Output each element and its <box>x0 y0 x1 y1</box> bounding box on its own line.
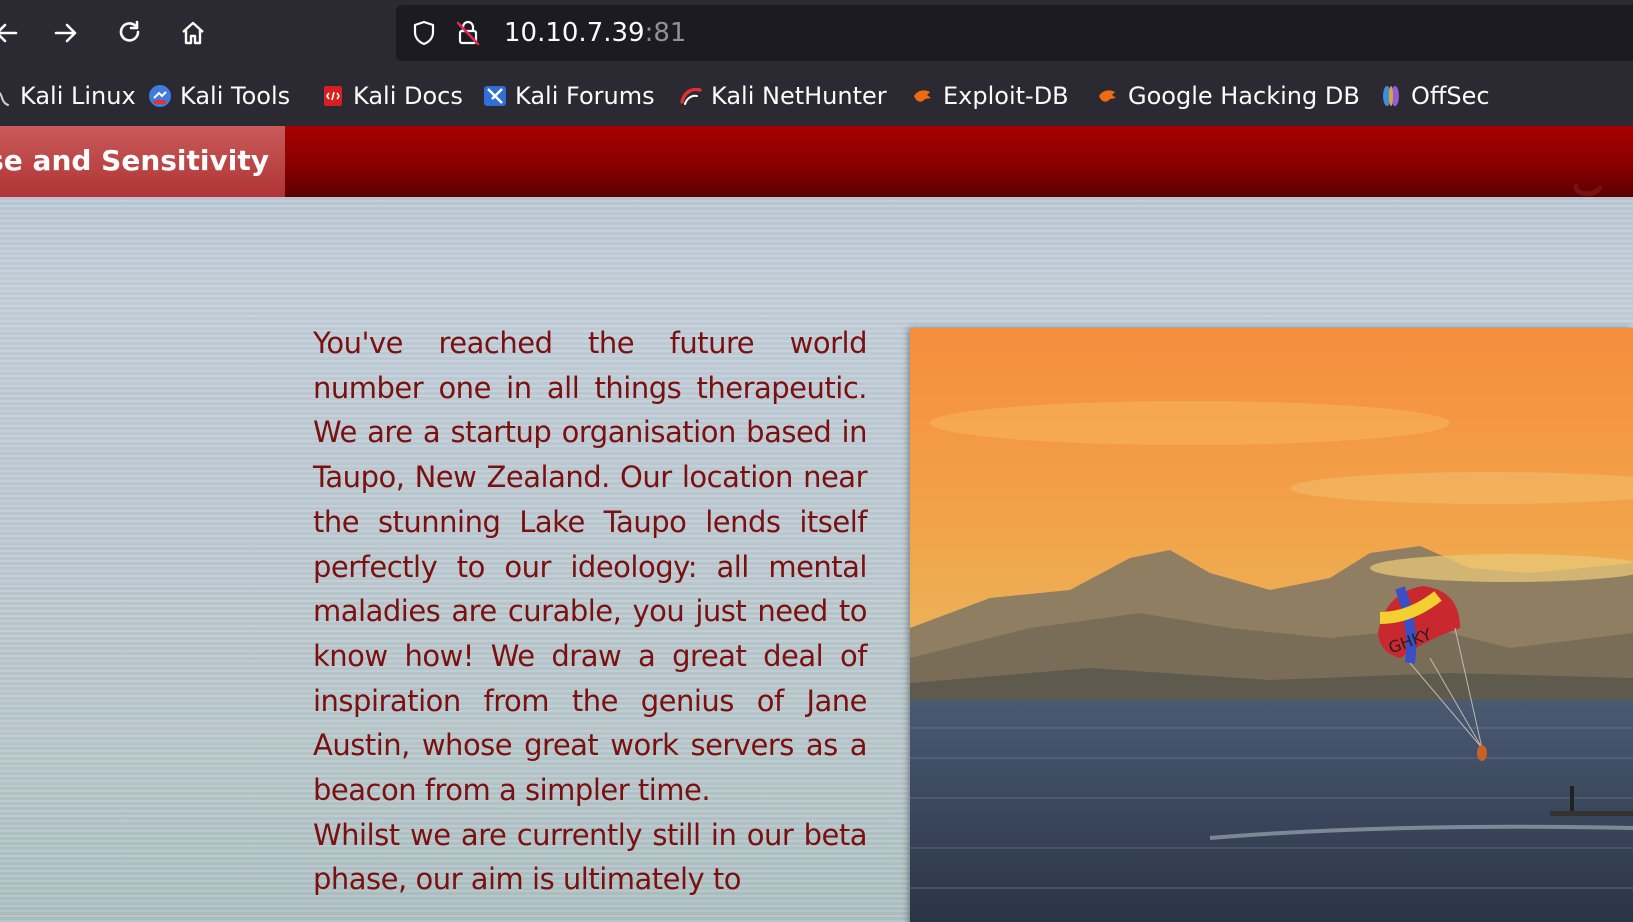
lake-taupo-photo: GHKY <box>910 328 1633 922</box>
bookmark-google-hacking-db[interactable]: Google Hacking DB <box>1096 80 1360 112</box>
page-viewport: ense and Sensitivity You've reached the … <box>0 126 1633 922</box>
bookmarks-toolbar: Kali Linux Kali Tools Kali Docs Kali For… <box>0 66 1633 126</box>
bookmark-label: Exploit-DB <box>943 82 1069 110</box>
intro-paragraph: You've reached the future world number o… <box>313 326 868 808</box>
intro-text: You've reached the future world number o… <box>313 321 868 902</box>
kali-nethunter-icon <box>679 84 703 108</box>
url-port: :81 <box>644 18 687 48</box>
bookmark-offsec[interactable]: OffSec <box>1379 80 1490 112</box>
kali-docs-icon <box>321 84 345 108</box>
intro-paragraph: Whilst we are currently still in our bet… <box>313 817 868 897</box>
url-host: 10.10.7.39 <box>504 18 645 48</box>
bookmark-label: Kali Docs <box>353 82 463 110</box>
bookmark-label: Google Hacking DB <box>1128 82 1360 110</box>
offsec-icon <box>1379 84 1403 108</box>
shield-icon[interactable] <box>410 19 438 47</box>
home-icon <box>182 21 204 45</box>
url-text[interactable]: 10.10.7.39:81 <box>504 18 686 48</box>
bookmark-label: Kali Forums <box>515 82 655 110</box>
bookmark-label: Kali Linux <box>20 82 136 110</box>
bookmark-kali-forums[interactable]: Kali Forums <box>483 80 655 112</box>
bookmark-kali-linux[interactable]: Kali Linux <box>0 80 136 112</box>
bookmark-kali-tools[interactable]: Kali Tools <box>148 80 290 112</box>
kali-dragon-icon <box>0 84 12 108</box>
reload-icon <box>119 20 140 42</box>
exploit-db-icon <box>911 84 935 108</box>
home-button[interactable] <box>173 13 213 53</box>
browser-toolbar: 10.10.7.39:81 <box>0 0 1633 66</box>
bookmark-kali-docs[interactable]: Kali Docs <box>321 80 463 112</box>
bookmark-exploit-db[interactable]: Exploit-DB <box>911 80 1069 112</box>
reload-button[interactable] <box>110 13 150 53</box>
back-button[interactable] <box>0 13 26 53</box>
kali-tools-icon <box>148 84 172 108</box>
bookmark-label: Kali NetHunter <box>711 82 887 110</box>
bookmark-label: Kali Tools <box>180 82 291 110</box>
bookmark-kali-nethunter[interactable]: Kali NetHunter <box>679 80 887 112</box>
forward-button[interactable] <box>46 13 86 53</box>
arrow-left-icon <box>0 23 18 43</box>
site-navbar: ense and Sensitivity <box>0 126 1633 197</box>
address-bar[interactable]: 10.10.7.39:81 <box>396 5 1633 61</box>
arrow-right-icon <box>54 23 77 43</box>
insecure-lock-icon[interactable] <box>454 19 482 47</box>
nav-item-label: ense and Sensitivity <box>0 144 269 177</box>
parasailing-image: GHKY <box>910 328 1633 922</box>
header-text-fragment <box>1568 184 1618 204</box>
bookmark-label: OffSec <box>1411 82 1490 110</box>
google-hacking-db-icon <box>1096 84 1120 108</box>
kali-forums-icon <box>483 84 507 108</box>
nav-item-active[interactable]: ense and Sensitivity <box>0 126 285 197</box>
